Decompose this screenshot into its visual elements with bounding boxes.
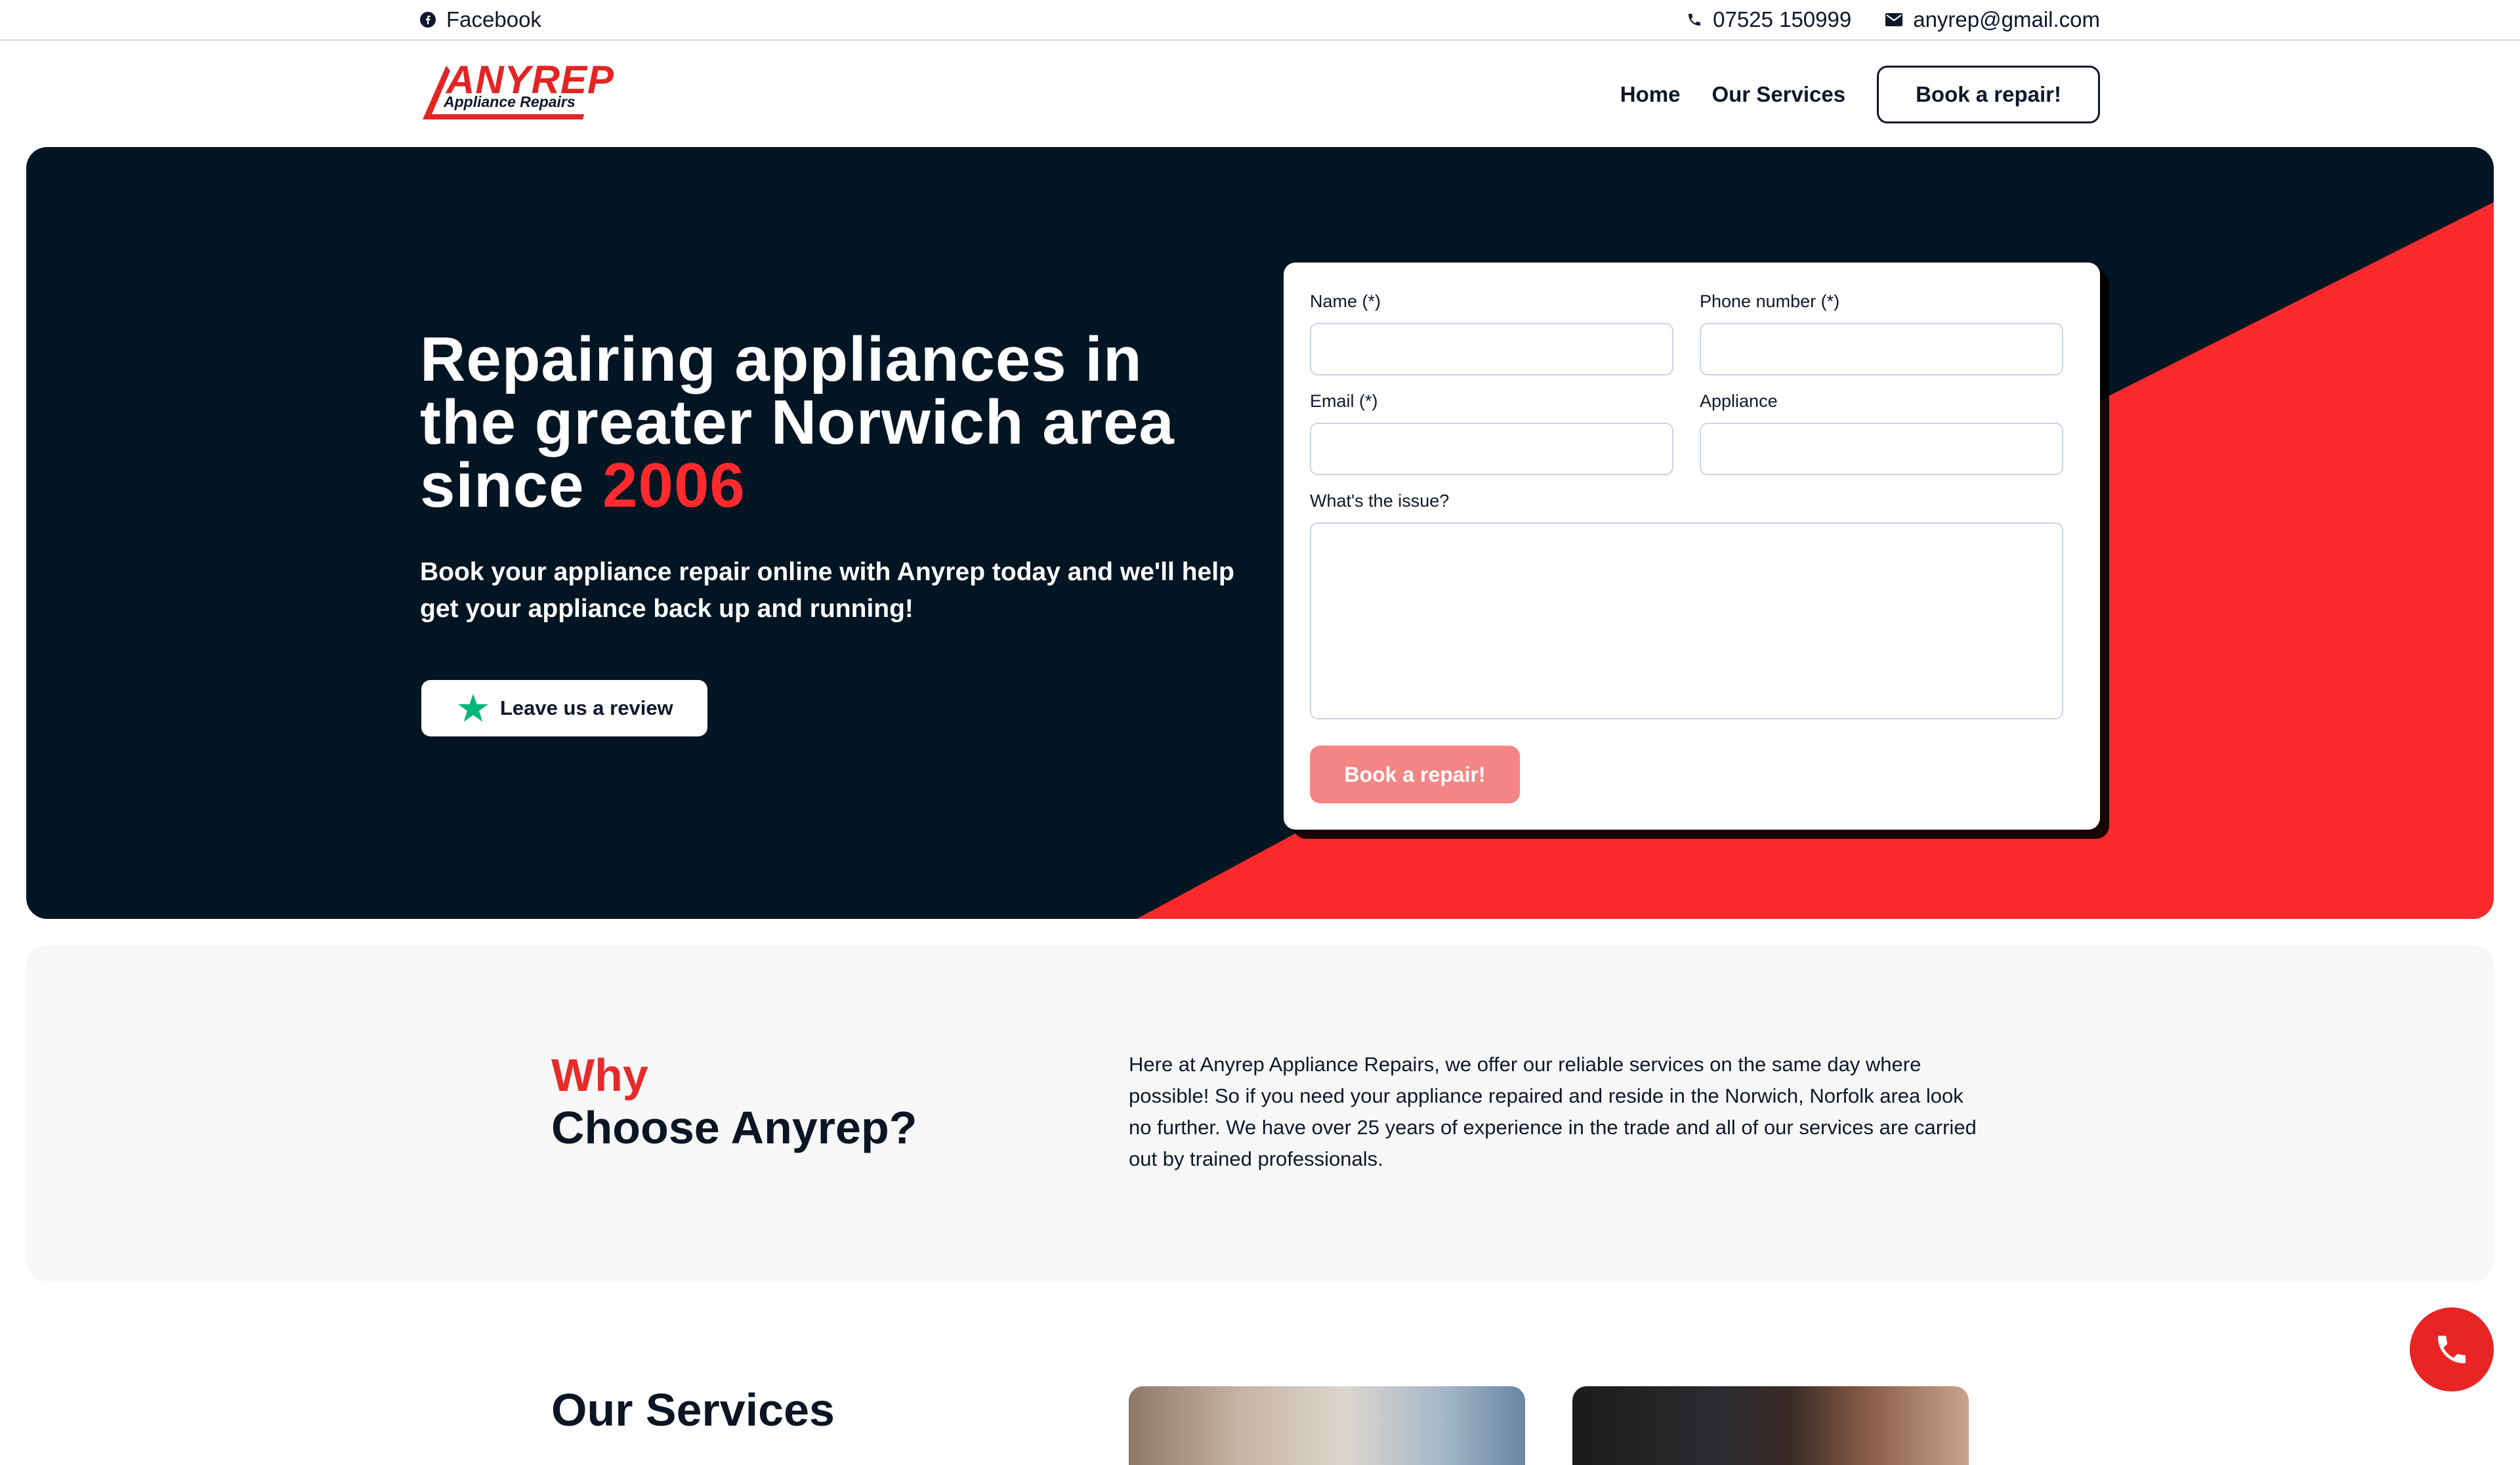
envelope-icon bbox=[1885, 13, 1903, 26]
email-field[interactable] bbox=[1310, 423, 1673, 475]
hero-red-shape bbox=[1137, 202, 2494, 919]
call-button[interactable] bbox=[2410, 1307, 2494, 1391]
logo-tagline: Appliance Repairs bbox=[444, 93, 576, 110]
leave-review-label: Leave us a review bbox=[500, 696, 673, 719]
leave-review-button[interactable]: Leave us a review bbox=[421, 680, 707, 736]
issue-textarea[interactable] bbox=[1310, 522, 2063, 719]
email-address: anyrep@gmail.com bbox=[1913, 7, 2100, 32]
star-icon bbox=[458, 694, 488, 723]
form-submit-button[interactable]: Book a repair! bbox=[1310, 746, 1520, 803]
main-nav: ANYREP Appliance Repairs Home Our Servic… bbox=[0, 41, 2520, 146]
book-repair-button[interactable]: Book a repair! bbox=[1877, 66, 2100, 123]
phone-number: 07525 150999 bbox=[1713, 7, 1852, 32]
nav-home[interactable]: Home bbox=[1620, 82, 1681, 107]
top-bar: Facebook 07525 150999 anyrep@gmail.com bbox=[0, 0, 2520, 41]
logo[interactable]: ANYREP Appliance Repairs bbox=[420, 60, 614, 123]
phone-icon bbox=[1687, 12, 1702, 28]
phone-label: Phone number (*) bbox=[1700, 291, 1840, 311]
facebook-icon bbox=[420, 12, 436, 28]
facebook-label: Facebook bbox=[446, 7, 541, 32]
phone-field[interactable] bbox=[1700, 323, 2063, 375]
hero-subtitle: Book your appliance repair online with A… bbox=[420, 558, 1234, 623]
appliance-field[interactable] bbox=[1700, 423, 2063, 475]
hero-section: Repairing appliances in the greater Norw… bbox=[26, 147, 2494, 919]
hero-title-year: 2006 bbox=[602, 450, 746, 520]
name-field[interactable] bbox=[1310, 323, 1673, 375]
phone-icon bbox=[2433, 1331, 2470, 1368]
why-heading-dark: Choose Anyrep? bbox=[551, 1102, 917, 1153]
hero-title: Repairing appliances in the greater Norw… bbox=[420, 328, 1247, 517]
page: Facebook 07525 150999 anyrep@gmail.com A… bbox=[0, 0, 2520, 1465]
why-choose-section: Why Choose Anyrep? Here at Anyrep Applia… bbox=[26, 945, 2494, 1281]
name-label: Name (*) bbox=[1310, 291, 1381, 311]
hero-title-main: Repairing appliances in the greater Norw… bbox=[420, 324, 1175, 520]
appliance-label: Appliance bbox=[1700, 391, 1778, 411]
email-label: Email (*) bbox=[1310, 391, 1378, 411]
service-image-1[interactable] bbox=[1129, 1386, 1525, 1465]
facebook-link[interactable]: Facebook bbox=[420, 7, 541, 32]
issue-label: What's the issue? bbox=[1310, 491, 1450, 511]
services-heading: Our Services bbox=[551, 1384, 835, 1435]
email-link[interactable]: anyrep@gmail.com bbox=[1885, 7, 2100, 32]
nav-our-services[interactable]: Our Services bbox=[1712, 82, 1845, 107]
why-heading-red: Why bbox=[551, 1050, 648, 1101]
service-image-2[interactable] bbox=[1572, 1386, 1969, 1465]
phone-link[interactable]: 07525 150999 bbox=[1687, 7, 1851, 32]
booking-form: Name (*) Phone number (*) Email (*) Appl… bbox=[1284, 263, 2100, 830]
why-heading: Why Choose Anyrep? bbox=[551, 1049, 917, 1154]
why-description: Here at Anyrep Appliance Repairs, we off… bbox=[1129, 1053, 1977, 1170]
